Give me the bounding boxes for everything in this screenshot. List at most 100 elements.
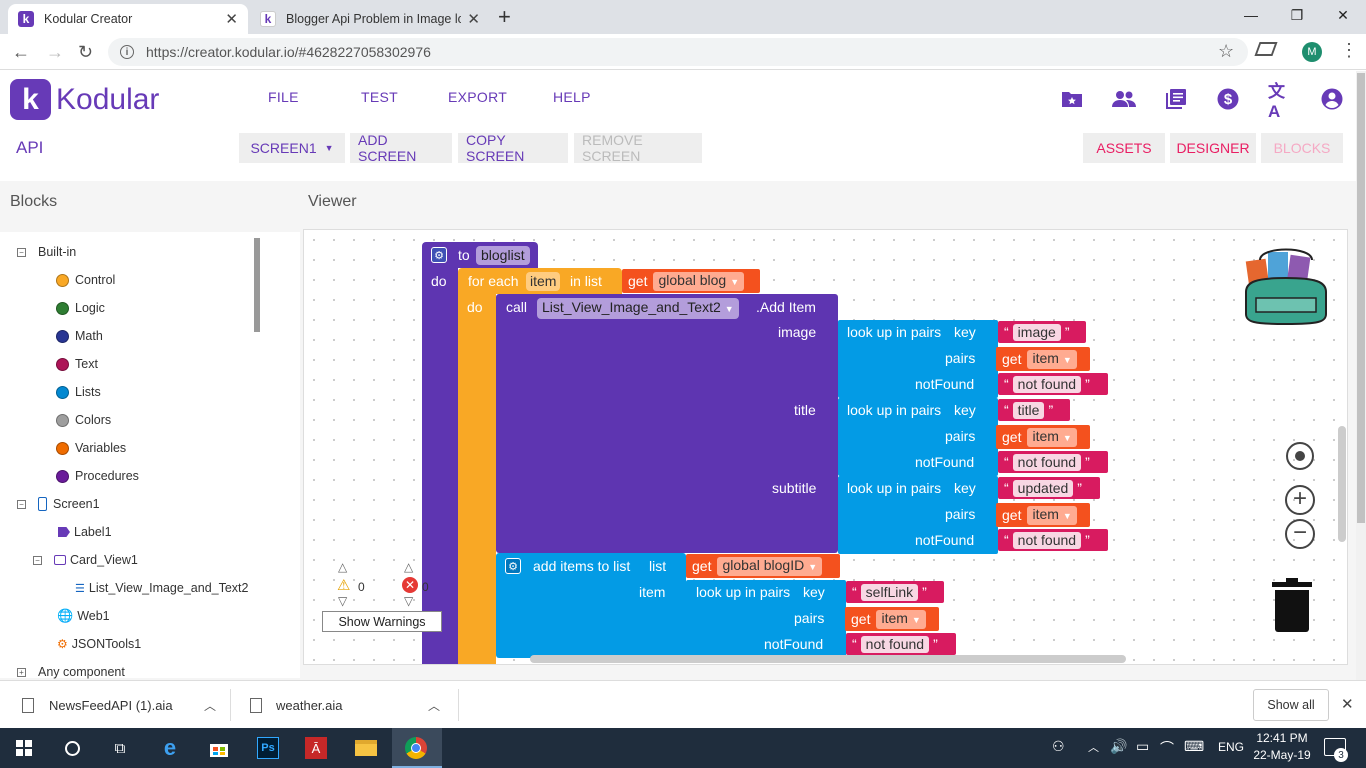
url-input[interactable]: i https://creator.kodular.io/#4628227058… [108,38,1248,66]
string-image-block[interactable]: “image” [998,321,1086,343]
tree-item-text[interactable]: Text [56,354,98,374]
get-item-block[interactable]: get item ▼ [996,425,1090,449]
get-item-block[interactable]: get item ▼ [996,503,1090,527]
string-notfound-block[interactable]: “not found” [998,373,1108,395]
windows-start-icon[interactable] [10,734,38,762]
add-screen-button[interactable]: ADD SCREEN [350,132,452,164]
string-value[interactable]: not found [1012,375,1082,393]
string-selflink-block[interactable]: “selfLink” [846,581,944,603]
recenter-target-icon[interactable] [1286,442,1314,470]
bookmark-star-icon[interactable]: ☆ [1218,41,1234,62]
edge-browser-icon[interactable]: e [156,734,184,762]
string-value[interactable]: updated [1012,479,1074,497]
collapse-icon[interactable]: − [17,499,26,509]
warning-down-arrow-icon[interactable]: ▽ [338,594,347,608]
battery-icon[interactable]: ▭ [1136,738,1149,755]
string-notfound-block[interactable]: “not found” [998,529,1108,551]
translate-icon[interactable]: 文A [1268,82,1292,121]
tree-label1[interactable]: Label1 [58,522,112,542]
dollar-icon[interactable]: $ [1216,87,1240,111]
file-explorer-icon[interactable] [352,734,380,762]
tree-screen1[interactable]: − Screen1 [17,494,100,514]
store-icon[interactable] [205,734,233,762]
menu-export[interactable]: EXPORT [448,89,507,105]
close-downloads-icon[interactable]: ✕ [1341,695,1354,713]
error-up-arrow-icon[interactable]: △ [404,560,413,574]
variable-dropdown[interactable]: item ▼ [1027,427,1077,447]
expand-icon[interactable]: + [17,667,26,677]
string-value[interactable]: selfLink [860,583,919,601]
page-scrollbar[interactable] [1356,71,1366,680]
variable-dropdown[interactable]: global blog ▼ [653,271,745,291]
backpack-icon[interactable] [1240,242,1332,326]
clock-date[interactable]: 22-May-19 [1252,748,1312,762]
remove-screen-button[interactable]: REMOVE SCREEN [574,132,702,164]
back-arrow-icon[interactable]: ← [12,42,30,63]
tree-item-math[interactable]: Math [56,326,103,346]
string-value[interactable]: title [1012,401,1045,419]
warning-up-arrow-icon[interactable]: △ [338,560,347,574]
menu-file[interactable]: FILE [268,89,299,105]
browser-tab-kodular[interactable]: k Kodular Creator ✕ [8,4,248,34]
browser-tab-blogger[interactable]: k Blogger Api Problem in Image lo ✕ [250,4,490,34]
close-window-button[interactable]: ✕ [1320,0,1366,30]
mutator-gear-icon[interactable]: ⚙ [431,247,447,263]
screen-select-dropdown[interactable]: SCREEN1 ▼ [239,133,345,163]
volume-icon[interactable]: 🔊 [1110,738,1127,755]
forward-arrow-icon[interactable]: → [46,42,64,63]
procedure-body-block[interactable] [422,268,458,664]
people-icon[interactable]: ⚇ [1052,738,1065,755]
tree-any-component[interactable]: + Any component [17,662,125,682]
new-tab-button[interactable]: + [498,4,511,30]
maximize-button[interactable]: ❐ [1274,0,1320,30]
foreach-body-block[interactable] [458,294,496,664]
string-value[interactable]: not found [1012,453,1082,471]
reload-icon[interactable]: ↻ [78,42,93,63]
blocks-workspace[interactable]: ⚙ to bloglist do for each item in list d… [303,229,1348,665]
language-indicator[interactable]: ENG [1218,740,1244,754]
keyboard-icon[interactable]: ⌨ [1184,738,1204,755]
library-books-icon[interactable] [1164,87,1188,111]
network-icon[interactable]: ⌒ [1160,738,1174,758]
string-notfound-block[interactable]: “not found” [998,451,1108,473]
download-item[interactable]: weather.aia ︿ [250,681,456,729]
error-down-arrow-icon[interactable]: ▽ [404,594,413,608]
procedure-name-field[interactable]: bloglist [476,246,530,265]
community-icon[interactable] [1112,87,1136,111]
task-view-icon[interactable]: ⧉ [106,734,134,762]
browser-menu-icon[interactable]: ⋮ [1340,40,1358,61]
zoom-in-icon[interactable]: + [1285,485,1315,515]
string-notfound-block[interactable]: “not found” [846,633,956,655]
variable-dropdown[interactable]: item ▼ [876,609,926,629]
chevron-up-icon[interactable]: ︿ [204,697,216,714]
minimize-button[interactable]: — [1228,0,1274,30]
tree-scrollbar[interactable] [254,238,260,332]
string-value[interactable]: image [1012,323,1061,341]
assets-button[interactable]: ASSETS [1083,133,1165,163]
get-global-blog-block[interactable]: get global blog ▼ [622,269,760,293]
string-value[interactable]: not found [860,635,930,653]
site-info-icon[interactable]: i [120,45,134,59]
tree-item-colors[interactable]: Colors [56,410,111,430]
get-item-block[interactable]: get item ▼ [845,607,939,631]
workspace-horizontal-scrollbar[interactable] [530,655,1126,663]
chevron-up-icon[interactable]: ︿ [428,697,440,714]
tray-chevron-up-icon[interactable]: ︿ [1088,739,1099,755]
foreach-variable-field[interactable]: item [526,272,561,291]
search-circle-icon[interactable] [58,734,86,762]
workspace-vertical-scrollbar[interactable] [1338,426,1346,542]
tree-item-logic[interactable]: Logic [56,298,105,318]
tree-item-lists[interactable]: Lists [56,382,101,402]
eraser-extension-icon[interactable] [1254,42,1278,56]
mutator-gear-icon[interactable]: ⚙ [505,558,521,574]
show-warnings-button[interactable]: Show Warnings [322,611,442,632]
variable-dropdown[interactable]: item ▼ [1027,349,1077,369]
string-title-block[interactable]: “title” [998,399,1070,421]
download-item[interactable]: NewsFeedAPI (1).aia ︿ [22,681,228,729]
copy-screen-button[interactable]: COPY SCREEN [458,132,568,164]
tree-list-view[interactable]: ☰ List_View_Image_and_Text2 [75,578,248,598]
tree-web1[interactable]: 🌐 Web1 [57,606,110,626]
string-value[interactable]: not found [1012,531,1082,549]
blocks-button[interactable]: BLOCKS [1261,133,1343,163]
get-global-blogid-block[interactable]: get global blogID ▼ [686,554,840,578]
